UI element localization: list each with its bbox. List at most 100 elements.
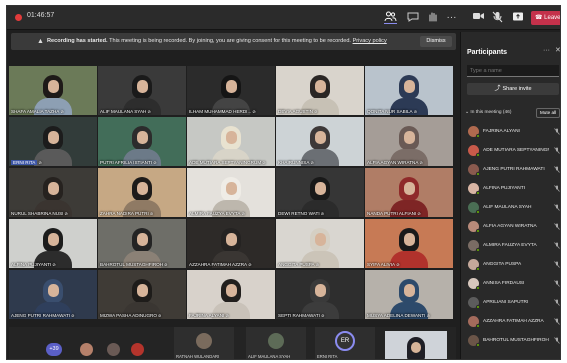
participant-row[interactable]: ANGGITA PUSPA [461, 256, 560, 274]
privacy-policy-link[interactable]: Privacy policy [353, 38, 387, 44]
video-tile[interactable]: ILHAM MUHAMMAD HERDI... ⊘ [187, 66, 275, 115]
teams-meeting-window: 01:46:57 ··· ☎ Leave ▲ Recording has sta… [6, 5, 561, 360]
mic-off-icon: ⊘ [319, 313, 325, 318]
video-tile[interactable]: NURUL SHABRINA NUSI ⊘ [9, 168, 97, 217]
close-icon[interactable]: ✕ [555, 46, 560, 54]
camera-off-icon[interactable] [472, 11, 485, 24]
participant-face [136, 80, 148, 93]
mic-off-icon: ⊘ [37, 160, 42, 165]
tile-name: ANGGITA PUSPA [278, 262, 315, 267]
video-tile[interactable]: MIZWA PASHA ADINUGRO ⊘ [98, 270, 186, 319]
tile-name: MIZWA PASHA ADINUGRO [100, 313, 157, 318]
tile-name-label: DEVIA AGUSTIN ⊘ [278, 109, 317, 114]
avatar[interactable] [131, 343, 144, 356]
warning-icon: ▲ [37, 38, 44, 45]
strip-tile[interactable]: ALIF MAULANA SYAH [246, 327, 306, 359]
more-icon[interactable]: ··· [445, 11, 458, 24]
tile-name-label: QONITA NUR SABILA ⊘ [367, 109, 417, 114]
section-header[interactable]: ⌄ In this meeting (46) [465, 110, 511, 115]
video-tile[interactable]: PUTRI AFRILIA ISTIANTI ⊘ [98, 117, 186, 166]
leave-button[interactable]: ☎ Leave [531, 11, 561, 25]
participant-row[interactable]: AZZAHRA FATIMAH AZZRA [461, 313, 560, 331]
dismiss-button[interactable]: Dismiss [420, 36, 452, 47]
video-tile[interactable]: KHAIRUNNISA ⊘ [276, 117, 364, 166]
mic-off-icon[interactable] [491, 11, 504, 24]
presence-status-icon [476, 305, 480, 309]
participant-face [47, 233, 59, 246]
participant-row[interactable]: ALMIRA FAUZYA EVYTA [461, 237, 560, 255]
tile-name-label: AZZAHRA FATIMAH AZZRA ⊘ [189, 262, 252, 267]
mic-off-icon [554, 128, 560, 137]
video-tile[interactable]: SHAFA AMALIA TAZHA ⊘ [9, 66, 97, 115]
participant-row[interactable]: APRILIANI SAPUTRI [461, 294, 560, 312]
tile-name: KHAIRUNNISA [278, 160, 310, 165]
chat-icon[interactable] [406, 11, 419, 24]
mic-off-icon [554, 147, 560, 156]
video-tile[interactable]: AZZAHRA FATIMAH AZZRA ⊘ [187, 219, 275, 268]
mic-off-icon: ⊘ [425, 313, 430, 318]
mute-all-button[interactable]: Mute all [536, 108, 560, 118]
video-tile[interactable]: FAJRINA ALYANI ⊘ [187, 270, 275, 319]
leave-label: Leave [544, 15, 561, 21]
video-tile[interactable]: SEPTI RAHMAWATI ⊘ [276, 270, 364, 319]
video-tile[interactable]: ALMIRA FAUZYA EVYTA ⊘ [187, 168, 275, 217]
overflow-count-button[interactable]: +39 [46, 343, 62, 356]
participant-face [225, 80, 237, 93]
people-icon[interactable] [384, 11, 397, 24]
mic-off-icon: ⊘ [51, 262, 56, 267]
participant-name: ADE MUTIARA SEPTYANINGR... [483, 148, 549, 153]
participant-face [47, 131, 59, 144]
self-view[interactable] [385, 331, 447, 359]
video-tile[interactable]: ALFINA PUJIYANTI ⊘ [9, 219, 97, 268]
video-tile[interactable]: ALFIA AGYAN WIRATNA ⊘ [365, 117, 453, 166]
hand-icon[interactable] [426, 11, 439, 24]
mic-off-icon [554, 185, 560, 194]
video-tile[interactable]: QONITA NUR SABILA ⊘ [365, 66, 453, 115]
tile-name: AJENG PUTRI RAHMAWATI [11, 313, 71, 318]
video-tile[interactable]: ERNI RITA ⊘ [9, 117, 97, 166]
tile-name-label: ILHAM MUHAMMAD HERDI... ⊘ [189, 109, 256, 114]
video-tile[interactable]: SYIFA ALIVIA ⊘ [365, 219, 453, 268]
participant-row[interactable]: ADE MUTIARA SEPTYANINGR... [461, 142, 560, 160]
participant-face [225, 131, 237, 144]
participant-face [47, 284, 59, 297]
strip-tile[interactable]: ER ERNI RITA [315, 327, 375, 359]
participant-row[interactable]: ALFINA PUJIYANTI [461, 180, 560, 198]
search-input[interactable] [467, 65, 559, 77]
presence-status-icon [476, 248, 480, 252]
video-tile[interactable]: DEWI RETNO WATI ⊘ [276, 168, 364, 217]
banner-message: This meeting is being recorded. By joini… [109, 38, 351, 44]
video-tile[interactable]: NANDA PUTRI ALFIANI ⊘ [365, 168, 453, 217]
participant-row[interactable]: ALIF MAULANA SYAH [461, 199, 560, 217]
mic-off-icon: ⊘ [416, 211, 421, 216]
share-icon[interactable] [511, 11, 524, 24]
video-tile[interactable]: AJENG PUTRI RAHMAWATI ⊘ [9, 270, 97, 319]
tile-name: PUTRI AFRILIA ISTIANTI [100, 160, 153, 165]
participant-row[interactable]: ANNISA FIRDAUSI [461, 275, 560, 293]
video-tile[interactable]: DEVIA AGUSTIN ⊘ [276, 66, 364, 115]
participant-row[interactable]: ALFIA AGYAN WIRATNA [461, 218, 560, 236]
strip-tile[interactable]: RATNAH WULANDARI [174, 327, 234, 359]
mic-off-icon [554, 204, 560, 213]
video-tile[interactable]: ZAHRA NADIRA PUTRI ⊘ [98, 168, 186, 217]
share-invite-button[interactable]: ⤴ Share invite [467, 83, 559, 95]
avatar[interactable] [107, 343, 120, 356]
tile-name-label: SYIFA ALIVIA ⊘ [367, 262, 400, 267]
video-tile[interactable]: MUSYA ADELINA DEWANTI ⊘ [365, 270, 453, 319]
video-tile[interactable]: ALIF MAULANA SYAH ⊘ [98, 66, 186, 115]
tile-name: ALFINA PUJIYANTI [11, 262, 52, 267]
more-icon[interactable]: ··· [543, 47, 550, 54]
participant-name: ALIF MAULANA SYAH [483, 205, 532, 210]
avatar[interactable] [80, 343, 93, 356]
tile-name-label: KHAIRUNNISA ⊘ [278, 160, 314, 165]
video-tile[interactable]: ADE MUTIARA SEPTYANINGRUM ⊘ [187, 117, 275, 166]
tile-name: FAJRINA ALYANI [189, 313, 225, 318]
participant-row[interactable]: FAJRINA ALYANI [461, 123, 560, 141]
mic-off-icon: ⊘ [319, 211, 325, 216]
participant-row[interactable]: AJENG PUTRI RAHMAWATI [461, 161, 560, 179]
participant-name: ALMIRA FAUZYA EVYTA [483, 243, 537, 248]
video-tile[interactable]: BAHROTUL MUSTAGHFIROH ⊘ [98, 219, 186, 268]
video-tile[interactable]: ANGGITA PUSPA ⊘ [276, 219, 364, 268]
participant-name: ANNISA FIRDAUSI [483, 281, 525, 286]
participant-row[interactable]: BAHROTUL MUSTAGHFIROH [461, 332, 560, 350]
